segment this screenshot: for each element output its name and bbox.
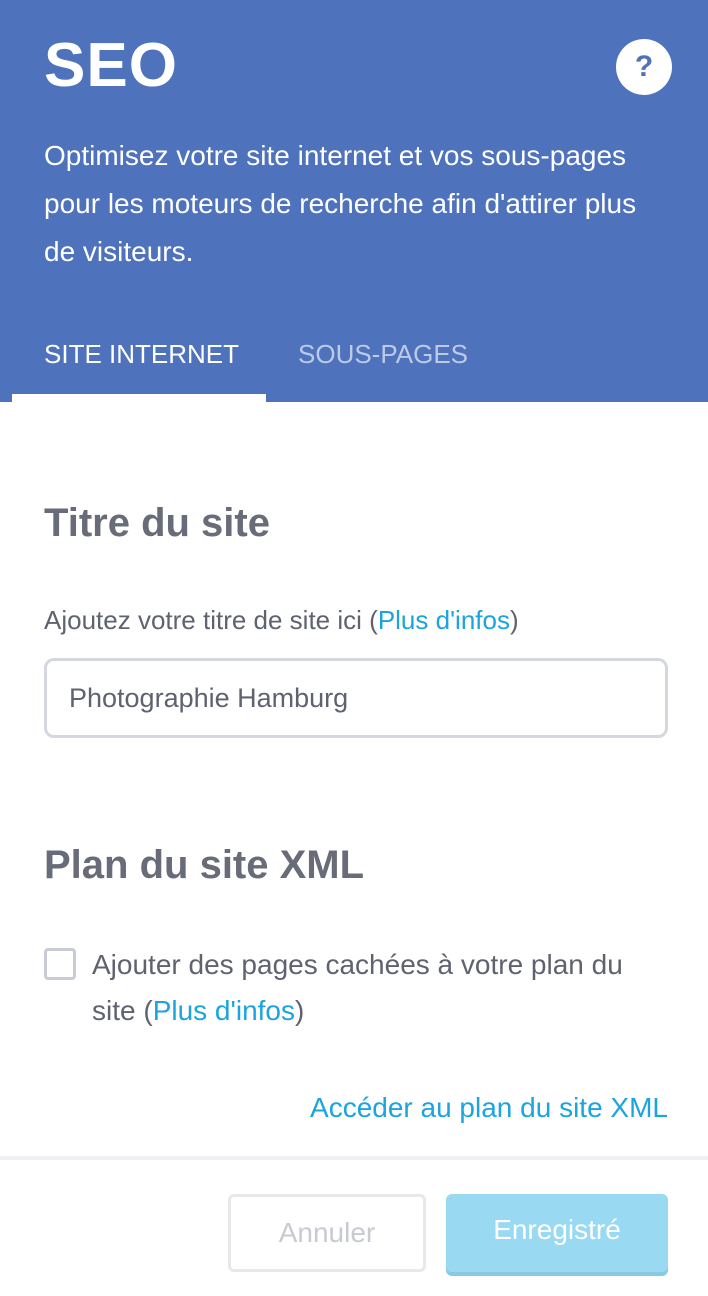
- site-title-label-suffix: ): [509, 605, 519, 635]
- site-title-input[interactable]: [44, 658, 668, 738]
- page-title: SEO: [44, 31, 178, 100]
- site-title-label: Ajoutez votre titre de site ici (Plus d'…: [44, 602, 519, 638]
- hidden-pages-label-suffix: ): [295, 995, 305, 1026]
- tab-sous-pages[interactable]: SOUS-PAGES: [298, 336, 468, 372]
- header-panel: SEO ? Optimisez votre site internet et v…: [0, 0, 708, 402]
- sitemap-heading: Plan du site XML: [44, 843, 365, 887]
- site-title-label-text: Ajoutez votre titre de site ici (: [44, 605, 378, 635]
- cancel-button[interactable]: Annuler: [228, 1194, 426, 1272]
- page-description: Optimisez votre site internet et vos sou…: [44, 140, 637, 267]
- hidden-pages-checkbox[interactable]: [44, 948, 76, 980]
- access-sitemap-link[interactable]: Accéder au plan du site XML: [310, 1088, 668, 1128]
- active-tab-indicator: [12, 394, 266, 402]
- tab-site-internet[interactable]: SITE INTERNET: [44, 336, 239, 372]
- footer-divider: [0, 1156, 708, 1160]
- help-icon[interactable]: ?: [616, 39, 672, 95]
- more-info-link[interactable]: Plus d'infos: [378, 605, 510, 635]
- sitemap-more-info-link[interactable]: Plus d'infos: [153, 995, 295, 1026]
- save-button[interactable]: Enregistré: [446, 1194, 668, 1272]
- site-title-heading: Titre du site: [44, 501, 270, 545]
- hidden-pages-label: Ajouter des pages cachées à votre plan d…: [92, 942, 662, 1034]
